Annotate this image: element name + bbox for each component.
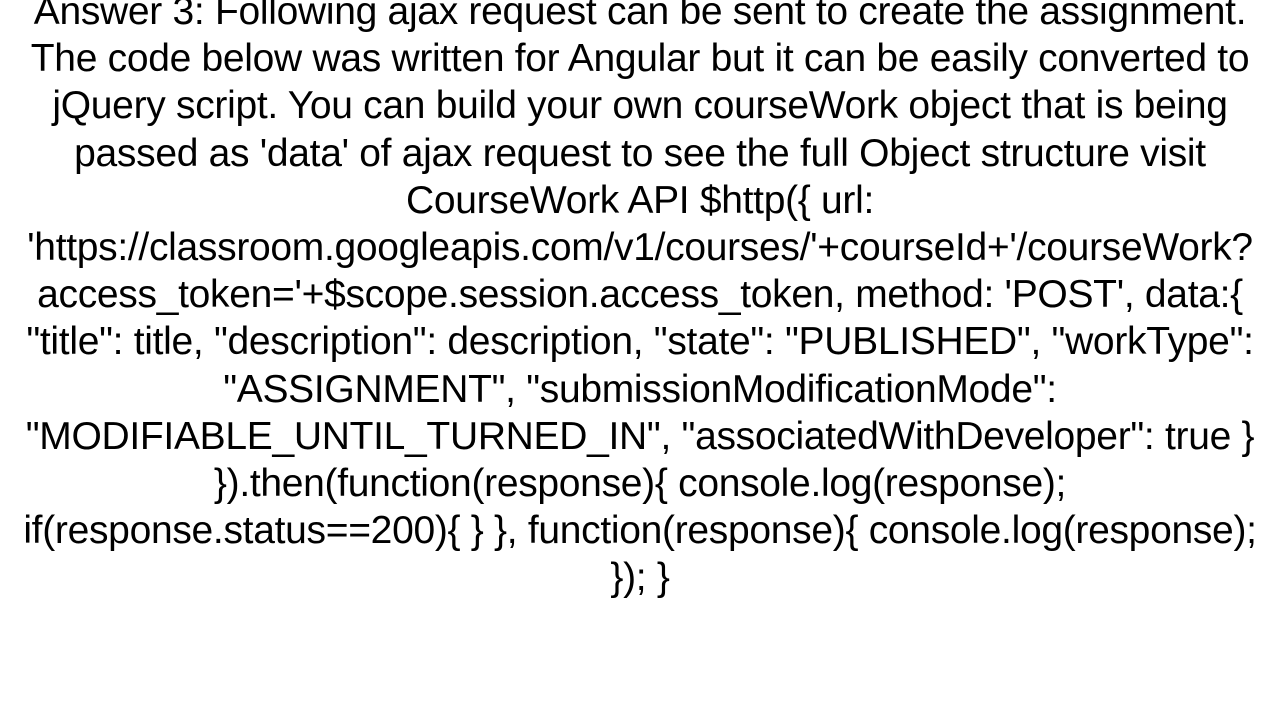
answer-text-block: Answer 3: Following ajax request can be … — [0, 0, 1280, 601]
answer-body: Answer 3: Following ajax request can be … — [23, 0, 1256, 599]
